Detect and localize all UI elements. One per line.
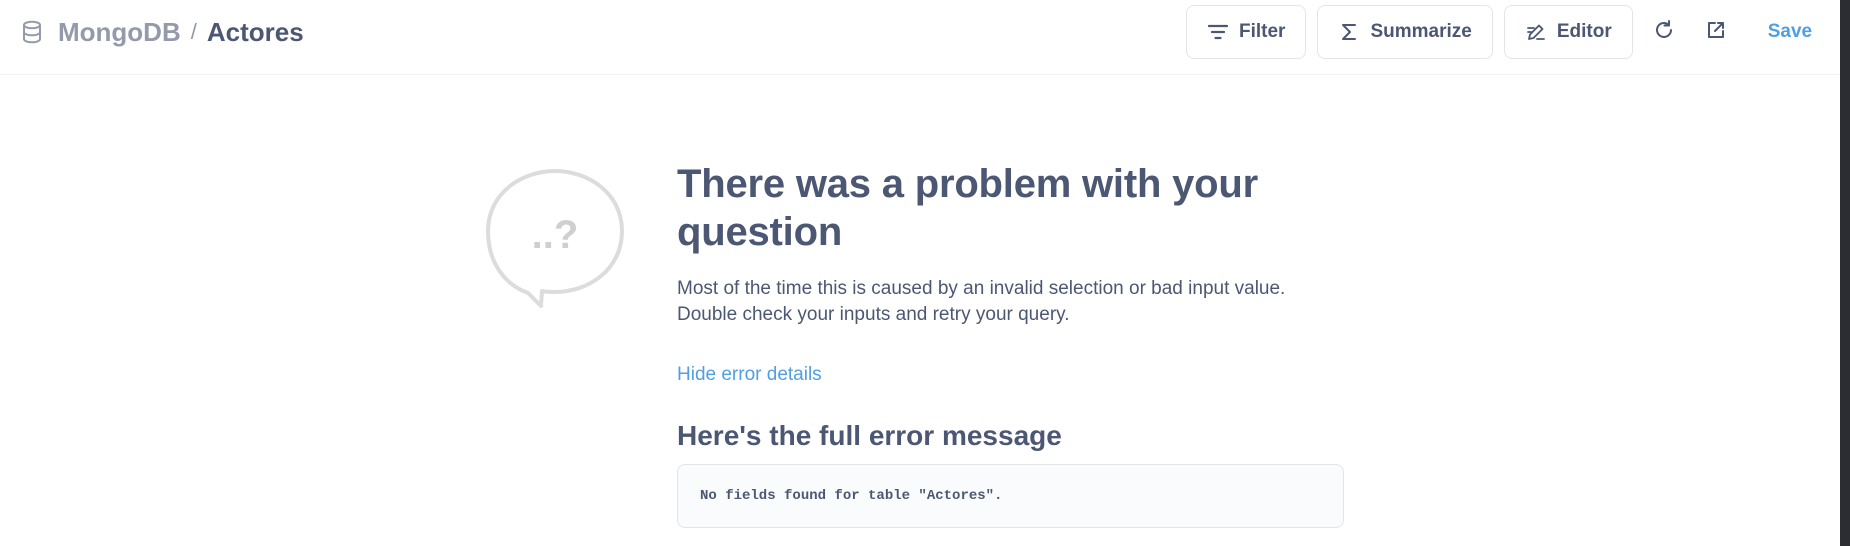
toggle-error-details-link[interactable]: Hide error details	[677, 364, 822, 386]
error-panel: There was a problem with your question M…	[677, 160, 1347, 528]
breadcrumb: MongoDB / Actores	[20, 0, 304, 64]
filter-icon	[1207, 21, 1229, 43]
filter-button[interactable]: Filter	[1186, 5, 1307, 59]
error-description: Most of the time this is caused by an in…	[677, 278, 1286, 325]
refresh-button[interactable]	[1644, 12, 1684, 52]
error-message-box: No fields found for table "Actores".	[677, 464, 1344, 528]
window-edge	[1840, 0, 1850, 546]
error-title: There was a problem with your question	[677, 162, 1258, 254]
summarize-label: Summarize	[1370, 21, 1472, 42]
database-icon	[20, 20, 44, 44]
editor-icon	[1525, 21, 1547, 43]
error-details-title: Here's the full error message	[677, 420, 1062, 451]
question-bubble-icon: ..?	[484, 168, 626, 308]
query-toolbar: Filter Summarize Editor Save	[1186, 5, 1812, 59]
summarize-button[interactable]: Summarize	[1317, 5, 1493, 59]
editor-button[interactable]: Editor	[1503, 5, 1633, 59]
breadcrumb-separator: /	[190, 19, 197, 44]
error-message: No fields found for table "Actores".	[700, 488, 1003, 504]
save-button[interactable]: Save	[1768, 21, 1812, 43]
breadcrumb-table[interactable]: Actores	[207, 17, 304, 48]
refresh-icon	[1653, 19, 1675, 46]
open-external-icon	[1706, 20, 1726, 45]
filter-label: Filter	[1239, 21, 1286, 42]
editor-label: Editor	[1556, 21, 1612, 42]
open-in-new-button[interactable]	[1696, 12, 1736, 52]
sigma-icon	[1338, 21, 1360, 43]
breadcrumb-database[interactable]: MongoDB	[58, 17, 181, 48]
query-header: MongoDB / Actores Filter Summarize Edito…	[0, 0, 1840, 75]
bubble-text: ..?	[532, 213, 579, 257]
